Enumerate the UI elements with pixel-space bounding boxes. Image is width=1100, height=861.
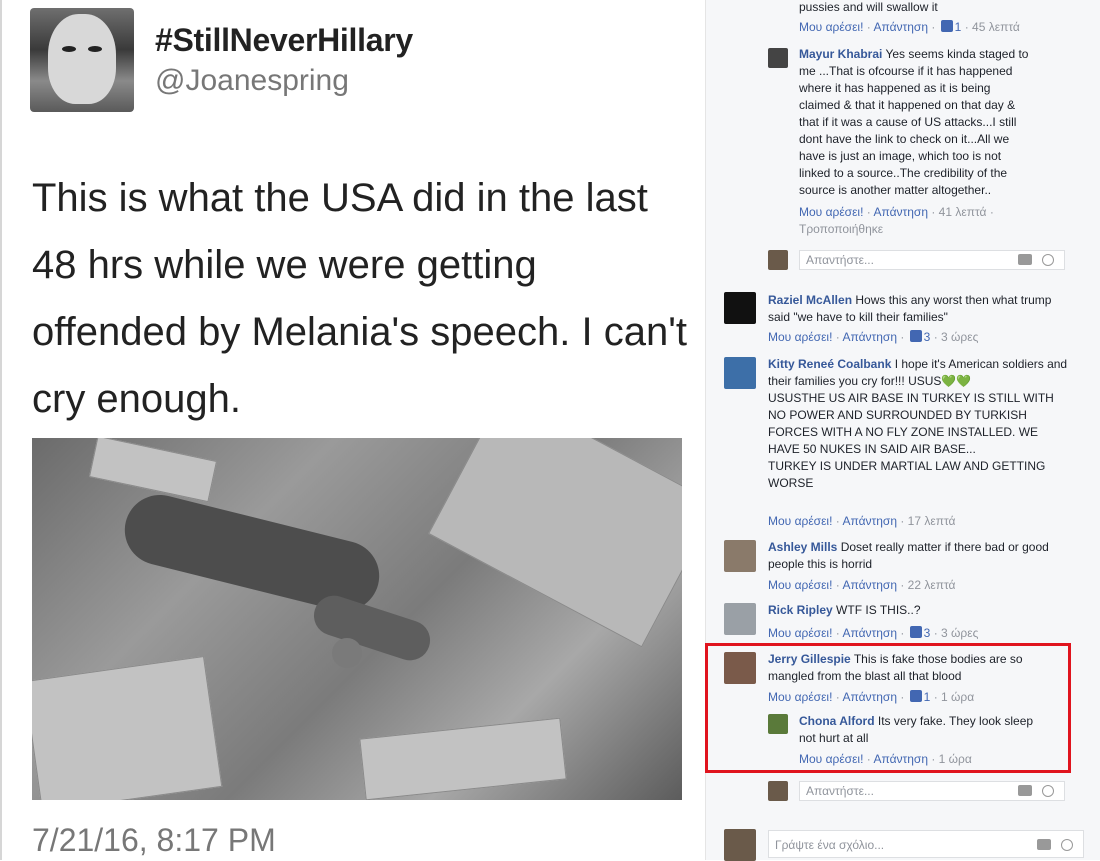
- comment-body-3: TURKEY IS UNDER MARTIAL LAW AND GETTING …: [768, 459, 1046, 490]
- comment-time: 22 λεπτά: [907, 578, 956, 592]
- comment-meta: Μου αρέσει! · Απάντηση · 3 · 3 ώρες: [768, 330, 979, 344]
- comment-text: Ashley Mills Doset really matter if ther…: [768, 539, 1058, 573]
- reply-input[interactable]: Απαντήστε...: [799, 781, 1065, 801]
- like-link[interactable]: Μου αρέσει!: [799, 205, 863, 219]
- comment-time: 3 ώρες: [941, 626, 979, 640]
- comment-time: 17 λεπτά: [907, 514, 956, 528]
- camera-icon[interactable]: [1018, 785, 1032, 796]
- comment-meta: Μου αρέσει! · Απάντηση · 17 λεπτά: [768, 514, 956, 528]
- comment-body-2: USUSTHE US AIR BASE IN TURKEY IS STILL W…: [768, 391, 1054, 456]
- comment-time: 41 λεπτά: [938, 205, 987, 219]
- comment-time: 45 λεπτά: [972, 20, 1020, 34]
- highlight-box: [705, 643, 1071, 773]
- comment-body: WTF IS THIS..?: [836, 603, 921, 617]
- comment-meta: Μου αρέσει! · Απάντηση · 1 · 45 λεπτά: [799, 20, 1020, 34]
- reply-link[interactable]: Απάντηση: [842, 578, 897, 592]
- my-avatar: [768, 250, 788, 270]
- reply-link[interactable]: Απάντηση: [842, 626, 897, 640]
- reply-placeholder: Απαντήστε...: [806, 784, 874, 798]
- commenter-name[interactable]: Ashley Mills: [768, 540, 837, 554]
- comment-meta: Μου αρέσει! · Απάντηση · 3 · 3 ώρες: [768, 626, 979, 640]
- avatar[interactable]: [724, 540, 756, 572]
- like-link[interactable]: Μου αρέσει!: [799, 20, 863, 34]
- commenter-name[interactable]: Rick Ripley: [768, 603, 833, 617]
- tweet-handle: @Joanespring: [155, 64, 349, 97]
- emoji-icon[interactable]: [1042, 254, 1054, 266]
- tweet-display-name: #StillNeverHillary: [155, 22, 413, 58]
- like-link[interactable]: Μου αρέσει!: [768, 626, 832, 640]
- like-count-icon: [909, 330, 922, 342]
- emoji-icon[interactable]: [1061, 839, 1073, 851]
- like-count: 3: [923, 330, 931, 344]
- like-link[interactable]: Μου αρέσει!: [768, 330, 832, 344]
- camera-icon[interactable]: [1037, 839, 1051, 850]
- comment-body: Yes seems kinda staged to me ...That is …: [799, 47, 1029, 197]
- avatar[interactable]: [768, 48, 788, 68]
- reply-link[interactable]: Απάντηση: [873, 205, 928, 219]
- like-link[interactable]: Μου αρέσει!: [768, 514, 832, 528]
- avatar[interactable]: [724, 603, 756, 635]
- comment-meta: Μου αρέσει! · Απάντηση · 22 λεπτά: [768, 578, 956, 592]
- reply-placeholder: Απαντήστε...: [806, 253, 874, 267]
- comment-placeholder: Γράψτε ένα σχόλιο...: [775, 838, 885, 852]
- comment-text: Rick Ripley WTF IS THIS..?: [768, 602, 1058, 619]
- commenter-name[interactable]: Mayur Khabrai: [799, 47, 882, 61]
- avatar[interactable]: [724, 357, 756, 389]
- tweet-screenshot: #StillNeverHillary @Joanespring This is …: [0, 0, 705, 860]
- comment-input[interactable]: Γράψτε ένα σχόλιο...: [768, 830, 1084, 858]
- comment-meta: Μου αρέσει! · Απάντηση · 41 λεπτά · Τροπ…: [799, 205, 994, 236]
- comment-text: pussies and will swallow it: [799, 0, 938, 14]
- comment-text: Kitty Reneé Coalbank I hope it's America…: [768, 356, 1068, 492]
- like-link[interactable]: Μου αρέσει!: [768, 578, 832, 592]
- reply-link[interactable]: Απάντηση: [842, 330, 897, 344]
- reply-link[interactable]: Απάντηση: [873, 20, 928, 34]
- comment-text: Raziel McAllen Hows this any worst then …: [768, 292, 1058, 326]
- avatar[interactable]: [724, 292, 756, 324]
- like-count-icon: [940, 20, 953, 32]
- tweet-avatar: [30, 8, 134, 112]
- my-avatar: [724, 829, 756, 861]
- reply-input[interactable]: Απαντήστε...: [799, 250, 1065, 270]
- emoji-icon[interactable]: [1042, 785, 1054, 797]
- my-avatar: [768, 781, 788, 801]
- like-count: 3: [923, 626, 931, 640]
- edited-label[interactable]: Τροποποιήθηκε: [799, 222, 883, 236]
- comment-emoji-text: USUS💚💚: [908, 374, 972, 388]
- like-count-icon: [909, 626, 922, 638]
- commenter-name[interactable]: Raziel McAllen: [768, 293, 852, 307]
- tweet-timestamp: 7/21/16, 8:17 PM: [32, 822, 276, 858]
- comment-text: Mayur Khabrai Yes seems kinda staged to …: [799, 46, 1031, 199]
- like-count: 1: [954, 20, 962, 34]
- tweet-text: This is what the USA did in the last 48 …: [32, 176, 687, 421]
- camera-icon[interactable]: [1018, 254, 1032, 265]
- commenter-name[interactable]: Kitty Reneé Coalbank: [768, 357, 891, 371]
- comment-time: 3 ώρες: [941, 330, 979, 344]
- reply-link[interactable]: Απάντηση: [842, 514, 897, 528]
- tweet-photo: [32, 438, 682, 800]
